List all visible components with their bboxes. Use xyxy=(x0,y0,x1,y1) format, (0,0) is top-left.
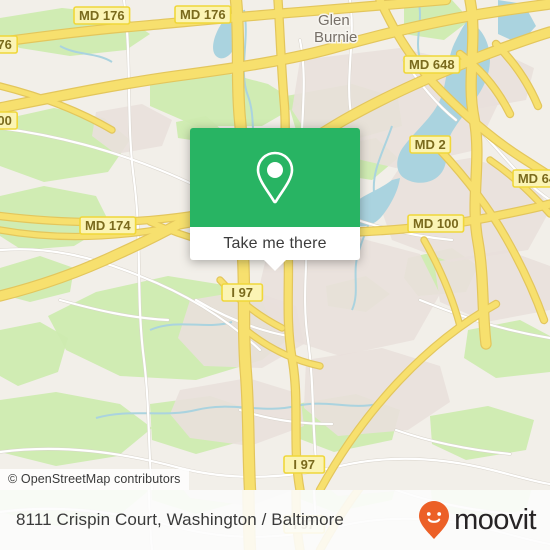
svg-text:I 97: I 97 xyxy=(231,285,253,300)
map-pin-icon xyxy=(256,151,294,203)
moovit-pin-smiley-icon xyxy=(419,501,450,539)
svg-text:MD 176: MD 176 xyxy=(180,7,226,22)
popup-pointer xyxy=(264,260,286,271)
road-shield-6: MD 64 xyxy=(512,169,550,188)
location-popup-card[interactable]: Take me there xyxy=(190,128,360,260)
road-shield-2: 76 xyxy=(0,35,18,54)
svg-text:MD 176: MD 176 xyxy=(79,8,125,23)
place-label-0: Glen xyxy=(318,12,350,29)
road-shield-10: I 97 xyxy=(283,455,326,474)
road-shield-4: MD 648 xyxy=(403,55,461,74)
address-label: 8111 Crispin Court, Washington / Baltimo… xyxy=(16,510,344,529)
svg-text:I 97: I 97 xyxy=(293,457,315,472)
take-me-there-button[interactable]: Take me there xyxy=(223,235,326,253)
road-shield-0: MD 176 xyxy=(73,6,131,25)
moovit-wordmark: moovit xyxy=(454,503,536,536)
map-screenshot: Glen Burnie MD 176 MD 176 76 00 MD 648 MD 2 MD 6… xyxy=(0,0,550,550)
attribution-text: © OpenStreetMap contributors xyxy=(8,472,181,486)
svg-text:MD 174: MD 174 xyxy=(85,218,131,233)
road-shield-8: MD 100 xyxy=(407,214,465,233)
popup-header xyxy=(190,128,360,227)
map-attribution: © OpenStreetMap contributors xyxy=(0,469,189,490)
road-shield-3: 00 xyxy=(0,111,18,130)
footer-bar: GlenBurnieMD 176MD 1767600MD 648MD 2MD 6… xyxy=(0,490,550,550)
road-shield-7: MD 174 xyxy=(79,216,137,235)
svg-text:MD 2: MD 2 xyxy=(415,137,446,152)
place-label-1: Burnie xyxy=(314,29,357,46)
moovit-logo[interactable]: moovit xyxy=(417,500,537,540)
svg-text:MD 100: MD 100 xyxy=(413,216,459,231)
svg-text:00: 00 xyxy=(0,113,12,128)
svg-text:MD 64: MD 64 xyxy=(518,171,550,186)
svg-text:76: 76 xyxy=(0,37,12,52)
road-shield-1: MD 176 xyxy=(174,5,232,24)
road-shield-9: I 97 xyxy=(221,283,264,302)
popup-action-row[interactable]: Take me there xyxy=(190,227,360,260)
road-shield-5: MD 2 xyxy=(409,135,452,154)
svg-text:MD 648: MD 648 xyxy=(409,57,455,72)
